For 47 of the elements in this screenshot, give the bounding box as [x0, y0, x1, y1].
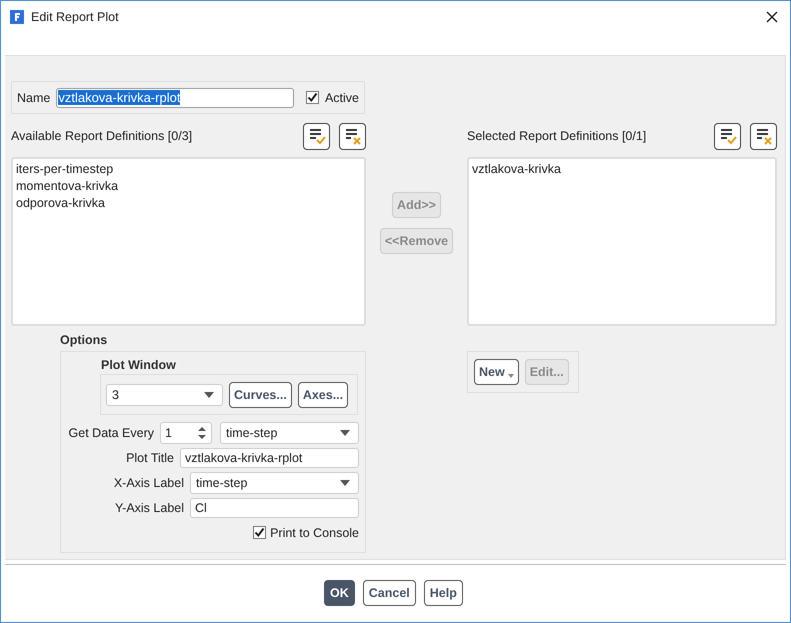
- plot-window-dropdown[interactable]: 3: [106, 384, 223, 406]
- list-item[interactable]: momentova-krivka: [16, 178, 361, 195]
- active-checkbox[interactable]: [306, 91, 319, 104]
- plot-window-title: Plot Window: [101, 358, 177, 374]
- ok-button[interactable]: OK: [324, 580, 355, 606]
- plot-window-button[interactable]: Curves...: [229, 382, 292, 408]
- dropdown-arrow-icon: [204, 392, 214, 398]
- get-data-every-label: Get Data Every: [68, 426, 154, 440]
- list-check-icon: [718, 127, 736, 145]
- app-logo-icon: [10, 10, 24, 24]
- dropdown-arrow-icon: [340, 480, 350, 486]
- name-value: vztlakova-krivka-rplot: [58, 90, 180, 105]
- x-axis-label: X-Axis Label: [114, 476, 184, 490]
- caret-icon: [508, 374, 514, 378]
- name-label: Name: [17, 90, 50, 104]
- interval-spinner[interactable]: 1: [160, 422, 212, 444]
- window-title: Edit Report Plot: [31, 10, 120, 24]
- name-field[interactable]: vztlakova-krivka-rplot: [56, 88, 294, 108]
- dialog-button[interactable]: Help: [424, 580, 463, 606]
- plot-title-field[interactable]: vztlakova-krivka-rplot: [180, 448, 359, 468]
- selected-definitions-title: Selected Report Definitions [0/1]: [467, 129, 648, 143]
- options-title: Options: [60, 333, 108, 349]
- list-item[interactable]: vztlakova-krivka: [472, 161, 772, 178]
- active-label: Active: [324, 90, 359, 104]
- plot-title-label: Plot Title: [126, 450, 174, 464]
- select-all-button[interactable]: [303, 122, 330, 150]
- close-icon[interactable]: [766, 10, 778, 22]
- list-x-icon: [754, 127, 772, 145]
- y-axis-label-field[interactable]: Cl: [190, 498, 359, 518]
- x-axis-label-dropdown[interactable]: time-step: [190, 472, 359, 494]
- deselect-all-button[interactable]: [339, 122, 366, 150]
- y-axis-label: Y-Axis Label: [114, 500, 184, 514]
- dialog-button[interactable]: Cancel: [362, 580, 416, 606]
- dropdown-arrow-icon: [340, 430, 350, 436]
- list-item[interactable]: odporova-krivka: [16, 195, 361, 212]
- print-to-console-checkbox[interactable]: [253, 526, 266, 539]
- spinner-arrows-icon: [197, 424, 207, 440]
- deselect-all-button[interactable]: [750, 122, 777, 150]
- list-check-icon: [308, 127, 326, 145]
- select-all-button[interactable]: [714, 122, 741, 150]
- plot-window-button[interactable]: Axes...: [298, 382, 348, 408]
- print-to-console-label: Print to Console: [270, 526, 359, 540]
- available-definitions-title: Available Report Definitions [0/3]: [11, 129, 194, 143]
- list-x-icon: [344, 127, 362, 145]
- interval-unit-dropdown[interactable]: time-step: [220, 422, 359, 444]
- definition-button[interactable]: New: [474, 359, 519, 385]
- list-item[interactable]: iters-per-timestep: [16, 161, 361, 178]
